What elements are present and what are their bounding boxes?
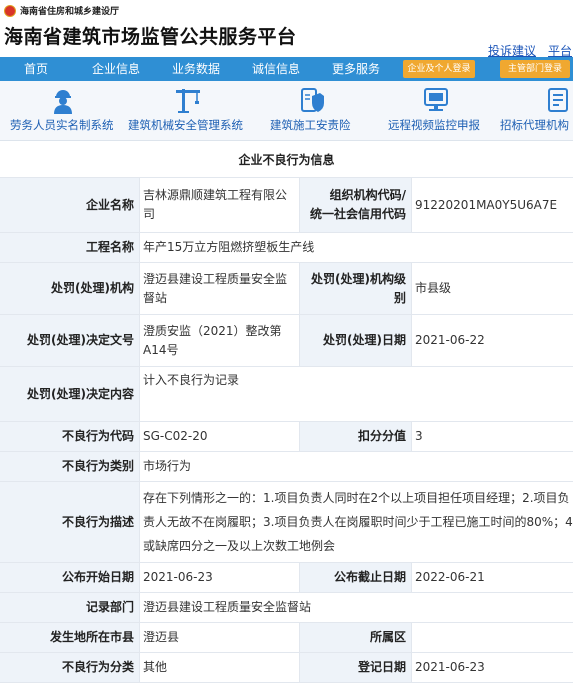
behavior-description: 存在下列情形之一的：1.项目负责人同时在2个以上项目担任项目经理；2.项目负责人… bbox=[140, 482, 573, 563]
table-row: 企业名称 吉林源鼎顺建筑工程有限公司 组织机构代码/统一社会信用代码 91220… bbox=[0, 178, 573, 233]
nav-credit[interactable]: 诚信信息 bbox=[252, 57, 300, 81]
nav-business-data[interactable]: 业务数据 bbox=[172, 57, 220, 81]
field-label: 记录部门 bbox=[0, 593, 140, 623]
field-label: 工程名称 bbox=[0, 233, 140, 263]
platform-link[interactable]: 平台 bbox=[548, 44, 572, 58]
field-label: 企业名称 bbox=[0, 178, 140, 233]
field-label: 公布截止日期 bbox=[300, 563, 412, 593]
service-label: 建筑施工安责险 bbox=[270, 117, 351, 133]
field-label: 处罚(处理)机构级别 bbox=[300, 263, 412, 315]
department-name: 海南省住房和城乡建设厅 bbox=[20, 4, 119, 17]
project-name: 年产15万立方阻燃挤塑板生产线 bbox=[140, 233, 573, 263]
agency-level: 市县级 bbox=[412, 263, 573, 315]
table-row: 处罚(处理)决定内容 计入不良行为记录 bbox=[0, 367, 573, 422]
district bbox=[412, 623, 573, 653]
field-label: 处罚(处理)机构 bbox=[0, 263, 140, 315]
platform-title: 海南省建筑市场监管公共服务平台 bbox=[4, 22, 297, 49]
field-label: 处罚(处理)日期 bbox=[300, 315, 412, 367]
table-row: 处罚(处理)决定文号 澄质安监（2021）整改第A14号 处罚(处理)日期 20… bbox=[0, 315, 573, 367]
service-labor[interactable]: 劳务人员实名制系统 bbox=[0, 81, 125, 141]
site-header: 海南省住房和城乡建设厅 海南省建筑市场监管公共服务平台 投诉建议平台 bbox=[0, 0, 573, 56]
field-label: 不良行为代码 bbox=[0, 422, 140, 452]
table-row: 公布开始日期 2021-06-23 公布截止日期 2022-06-21 bbox=[0, 563, 573, 593]
register-date: 2021-06-23 bbox=[412, 653, 573, 683]
nav-enterprise[interactable]: 企业信息 bbox=[92, 57, 140, 81]
table-row: 不良行为分类 其他 登记日期 2021-06-23 bbox=[0, 653, 573, 683]
service-agency[interactable]: 招标代理机构 bbox=[496, 81, 573, 141]
field-label: 登记日期 bbox=[300, 653, 412, 683]
worker-icon bbox=[49, 86, 77, 114]
service-video[interactable]: 远程视频监控申报 bbox=[380, 81, 490, 141]
crane-icon bbox=[174, 86, 202, 114]
monitor-icon bbox=[422, 86, 450, 114]
insurance-icon bbox=[298, 86, 326, 114]
dept-login-button[interactable]: 主管部门登录 bbox=[500, 60, 570, 78]
nav-more[interactable]: 更多服务 bbox=[332, 57, 380, 81]
emblem-icon bbox=[4, 5, 16, 17]
field-label: 不良行为分类 bbox=[0, 653, 140, 683]
behavior-code: SG-C02-20 bbox=[140, 422, 300, 452]
nav-home[interactable]: 首页 bbox=[24, 57, 48, 81]
behavior-classification: 其他 bbox=[140, 653, 300, 683]
field-label: 公布开始日期 bbox=[0, 563, 140, 593]
service-label: 招标代理机构 bbox=[500, 117, 569, 133]
org-code: 91220201MA0Y5U6A7E bbox=[412, 178, 573, 233]
field-label: 不良行为描述 bbox=[0, 482, 140, 563]
document-icon bbox=[544, 86, 572, 114]
field-label: 所属区 bbox=[300, 623, 412, 653]
service-label: 建筑机械安全管理系统 bbox=[128, 117, 243, 133]
city-county: 澄迈县 bbox=[140, 623, 300, 653]
field-label: 处罚(处理)决定内容 bbox=[0, 367, 140, 422]
table-row: 发生地所在市县 澄迈县 所属区 bbox=[0, 623, 573, 653]
field-label: 不良行为类别 bbox=[0, 452, 140, 482]
service-machinery[interactable]: 建筑机械安全管理系统 bbox=[128, 81, 250, 141]
section-title: 企业不良行为信息 bbox=[0, 151, 573, 168]
table-row: 处罚(处理)机构 澄迈县建设工程质量安全监督站 处罚(处理)机构级别 市县级 bbox=[0, 263, 573, 315]
behavior-category: 市场行为 bbox=[140, 452, 573, 482]
publish-start-date: 2021-06-23 bbox=[140, 563, 300, 593]
field-label: 扣分分值 bbox=[300, 422, 412, 452]
deduction-points: 3 bbox=[412, 422, 573, 452]
service-insurance[interactable]: 建筑施工安责险 bbox=[262, 81, 362, 141]
table-row: 不良行为类别 市场行为 bbox=[0, 452, 573, 482]
record-table: 企业名称 吉林源鼎顺建筑工程有限公司 组织机构代码/统一社会信用代码 91220… bbox=[0, 177, 573, 683]
table-row: 不良行为代码 SG-C02-20 扣分分值 3 bbox=[0, 422, 573, 452]
record-department: 澄迈县建设工程质量安全监督站 bbox=[140, 593, 573, 623]
enterprise-login-button[interactable]: 企业及个人登录 bbox=[403, 60, 475, 78]
service-icon-bar: 劳务人员实名制系统 建筑机械安全管理系统 建筑施工安责险 远程视频监控申报 招标… bbox=[0, 81, 573, 141]
decision-content: 计入不良行为记录 bbox=[140, 367, 573, 422]
service-label: 远程视频监控申报 bbox=[388, 117, 480, 133]
table-row: 工程名称 年产15万立方阻燃挤塑板生产线 bbox=[0, 233, 573, 263]
field-label: 发生地所在市县 bbox=[0, 623, 140, 653]
feedback-link[interactable]: 投诉建议 bbox=[488, 44, 536, 58]
field-label: 组织机构代码/统一社会信用代码 bbox=[300, 178, 412, 233]
field-label: 处罚(处理)决定文号 bbox=[0, 315, 140, 367]
company-name: 吉林源鼎顺建筑工程有限公司 bbox=[140, 178, 300, 233]
publish-end-date: 2022-06-21 bbox=[412, 563, 573, 593]
table-row: 不良行为描述 存在下列情形之一的：1.项目负责人同时在2个以上项目担任项目经理；… bbox=[0, 482, 573, 563]
penalty-agency: 澄迈县建设工程质量安全监督站 bbox=[140, 263, 300, 315]
decision-date: 2021-06-22 bbox=[412, 315, 573, 367]
main-nav: 首页 企业信息 业务数据 诚信信息 更多服务 企业及个人登录 主管部门登录 bbox=[0, 57, 573, 81]
decision-number: 澄质安监（2021）整改第A14号 bbox=[140, 315, 300, 367]
table-row: 记录部门 澄迈县建设工程质量安全监督站 bbox=[0, 593, 573, 623]
service-label: 劳务人员实名制系统 bbox=[10, 117, 114, 133]
